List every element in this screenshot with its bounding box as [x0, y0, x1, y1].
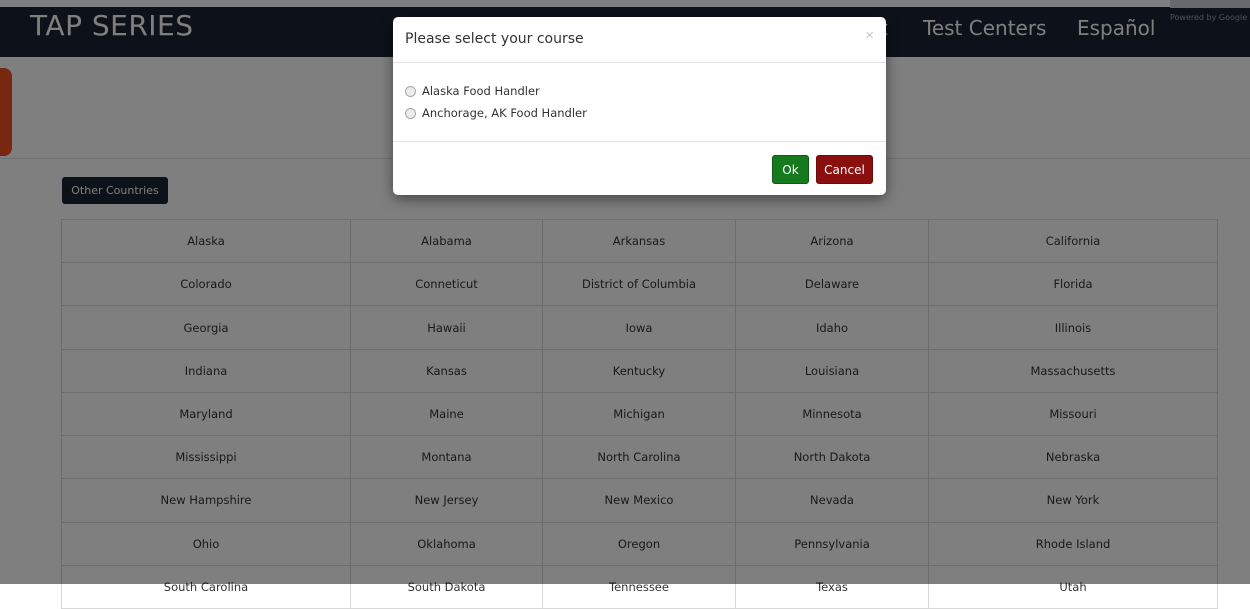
cancel-button[interactable]: Cancel: [816, 155, 873, 184]
radio-button[interactable]: [405, 107, 416, 119]
course-option-label: Alaska Food Handler: [422, 84, 540, 98]
course-option-label: Anchorage, AK Food Handler: [422, 106, 587, 120]
course-option-2[interactable]: Anchorage, AK Food Handler: [405, 106, 587, 120]
radio-button[interactable]: [405, 85, 416, 97]
close-icon[interactable]: ×: [865, 27, 874, 44]
modal-body: Alaska Food Handler Anchorage, AK Food H…: [393, 63, 886, 142]
ok-button[interactable]: Ok: [772, 155, 809, 184]
modal-header: Please select your course ×: [393, 17, 886, 63]
course-option-1[interactable]: Alaska Food Handler: [405, 84, 540, 98]
modal-title: Please select your course: [405, 31, 584, 47]
course-select-modal: Please select your course × Alaska Food …: [393, 17, 886, 195]
